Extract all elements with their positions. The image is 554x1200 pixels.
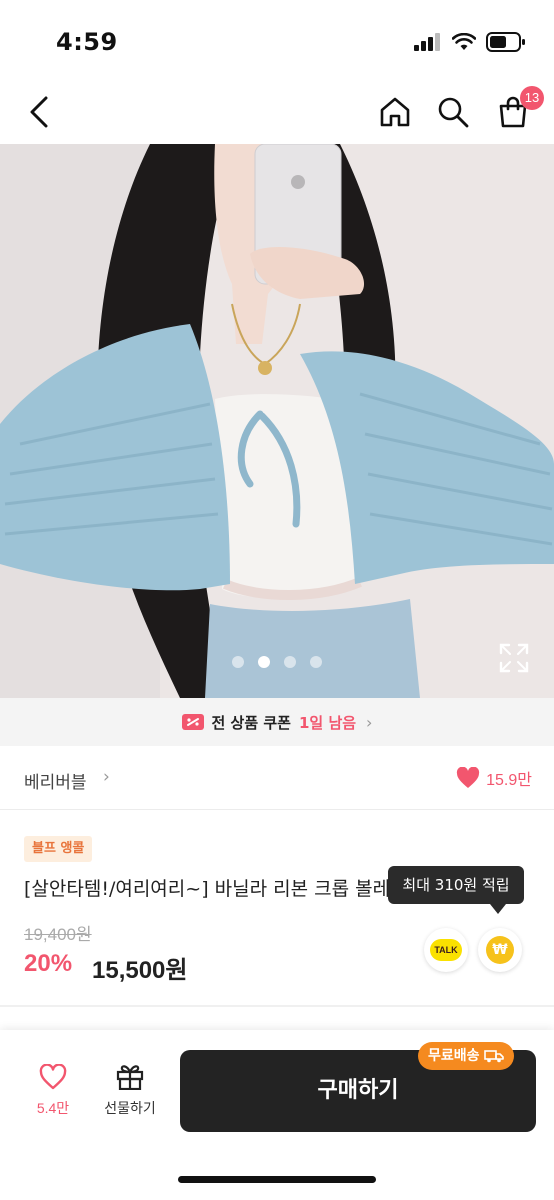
coupon-banner[interactable]: 전 상품 쿠폰 1일 남음 › bbox=[0, 698, 554, 746]
pagination-dot[interactable] bbox=[310, 656, 322, 668]
bottom-action-bar: 5.4만 선물하기 구매하기 무료배송 bbox=[0, 1030, 554, 1200]
top-navigation: 13 bbox=[0, 80, 554, 144]
chevron-left-icon bbox=[30, 96, 48, 128]
wishlist-count: 5.4만 bbox=[36, 1100, 70, 1116]
brand-like-count: 15.9만 bbox=[486, 772, 532, 789]
coupon-icon bbox=[181, 714, 204, 730]
pagination-dot[interactable] bbox=[284, 656, 296, 668]
search-button[interactable] bbox=[434, 92, 472, 132]
tooltip-arrow bbox=[490, 904, 506, 914]
search-icon bbox=[438, 97, 469, 128]
home-button[interactable] bbox=[376, 92, 414, 132]
wifi-icon bbox=[452, 33, 476, 50]
gift-icon bbox=[116, 1065, 144, 1091]
status-time: 4:59 bbox=[56, 28, 118, 56]
gift-label: 선물하기 bbox=[104, 1101, 156, 1117]
wishlist-button[interactable]: 5.4만 bbox=[22, 1063, 84, 1124]
reward-tooltip: 최대 310원 적립 bbox=[388, 866, 524, 904]
free-shipping-badge: 무료배송 bbox=[418, 1042, 514, 1070]
sale-price: 15,500원 bbox=[92, 957, 188, 984]
talk-icon: TALK bbox=[430, 939, 462, 961]
pagination-dot-active[interactable] bbox=[258, 656, 270, 668]
brand-like-button[interactable]: 15.9만 bbox=[456, 766, 532, 790]
status-bar: 4:59 bbox=[0, 0, 554, 80]
image-pagination bbox=[232, 656, 322, 668]
promo-badge: 블프 앵콜 bbox=[24, 836, 93, 862]
expand-icon bbox=[499, 643, 529, 673]
home-indicator bbox=[178, 1176, 376, 1183]
battery-icon bbox=[486, 32, 525, 52]
home-icon bbox=[380, 97, 410, 127]
back-button[interactable] bbox=[22, 92, 56, 132]
expand-image-button[interactable] bbox=[498, 642, 530, 674]
original-price: 19,400원 bbox=[24, 925, 92, 944]
gift-button[interactable]: 선물하기 bbox=[96, 1062, 164, 1122]
brand-row: 베리버블 › 15.9만 bbox=[0, 748, 554, 810]
point-reward-button[interactable]: ₩ bbox=[478, 928, 522, 972]
cellular-signal-icon bbox=[414, 33, 440, 51]
pagination-dot[interactable] bbox=[232, 656, 244, 668]
heart-outline-icon bbox=[39, 1063, 67, 1090]
coupon-remaining: 1일 남음 bbox=[298, 713, 357, 732]
truck-icon bbox=[483, 1050, 504, 1063]
coupon-text: 전 상품 쿠폰 bbox=[211, 713, 291, 732]
cart-button[interactable]: 13 bbox=[494, 86, 544, 132]
brand-name-link[interactable]: 베리버블 bbox=[24, 768, 87, 793]
chevron-right-icon: › bbox=[366, 712, 373, 732]
discount-rate: 20% bbox=[24, 950, 73, 977]
status-icons bbox=[414, 32, 526, 52]
chevron-right-icon: › bbox=[103, 767, 110, 787]
section-divider bbox=[0, 1005, 554, 1007]
product-photo bbox=[0, 144, 554, 698]
product-image[interactable] bbox=[0, 144, 554, 698]
cart-count-badge: 13 bbox=[520, 86, 544, 110]
heart-filled-icon bbox=[457, 767, 480, 788]
coin-icon: ₩ bbox=[486, 936, 514, 964]
kakao-talk-button[interactable]: TALK bbox=[424, 928, 468, 972]
free-shipping-label: 무료배송 bbox=[428, 1048, 480, 1064]
